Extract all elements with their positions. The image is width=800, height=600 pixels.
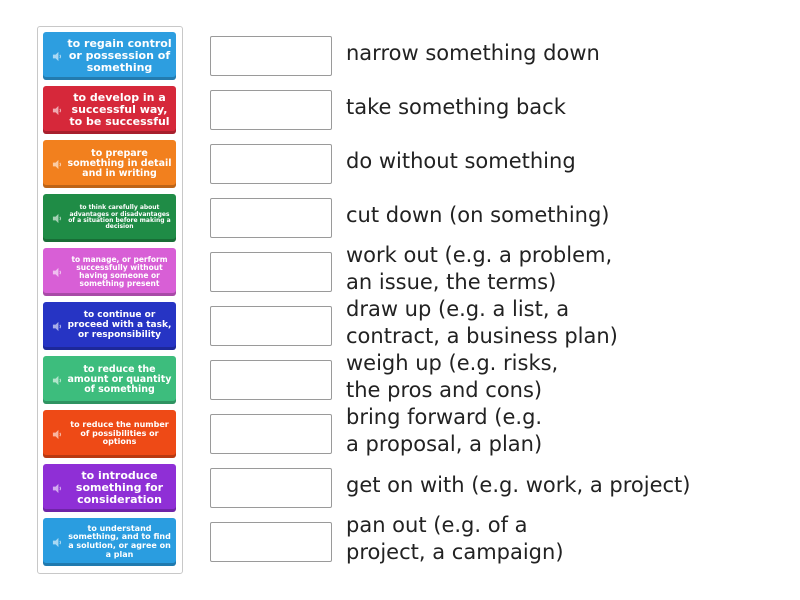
drop-slot[interactable]	[210, 90, 332, 130]
term-label: pan out (e.g. of a project, a campaign)	[346, 513, 564, 564]
speaker-icon[interactable]	[43, 159, 67, 170]
definition-card[interactable]: to manage, or perform successfully witho…	[43, 248, 176, 296]
speaker-icon[interactable]	[43, 321, 67, 332]
card-text: to understand something, and to find a s…	[68, 523, 171, 559]
card-text: to regain control or possession of somet…	[67, 37, 172, 74]
card-text: to introduce something for consideration	[75, 469, 164, 506]
drop-slot[interactable]	[210, 360, 332, 400]
drop-slot[interactable]	[210, 306, 332, 346]
definition-card[interactable]: to prepare something in detail and in wr…	[43, 140, 176, 188]
card-text: to develop in a successful way, to be su…	[69, 91, 170, 128]
definition-card[interactable]: to introduce something for consideration	[43, 464, 176, 512]
term-label: weigh up (e.g. risks, the pros and cons)	[346, 351, 559, 402]
term-label: narrow something down	[346, 41, 600, 65]
card-text: to think carefully about advantages or d…	[68, 204, 171, 231]
speaker-icon[interactable]	[43, 267, 67, 278]
drop-slot[interactable]	[210, 198, 332, 238]
speaker-icon[interactable]	[43, 429, 67, 440]
term-label: cut down (on something)	[346, 203, 610, 227]
speaker-icon[interactable]	[43, 483, 67, 494]
drop-slot[interactable]	[210, 144, 332, 184]
definition-card[interactable]: to think carefully about advantages or d…	[43, 194, 176, 242]
card-text: to prepare something in detail and in wr…	[67, 147, 172, 180]
definition-card[interactable]: to continue or proceed with a task, or r…	[43, 302, 176, 350]
card-text: to reduce the number of possibilities or…	[70, 420, 169, 447]
definition-card[interactable]: to develop in a successful way, to be su…	[43, 86, 176, 134]
drop-slot[interactable]	[210, 414, 332, 454]
term-label: get on with (e.g. work, a project)	[346, 473, 691, 497]
definition-card[interactable]: to reduce the amount or quantity of some…	[43, 356, 176, 404]
drop-slot[interactable]	[210, 252, 332, 292]
speaker-icon[interactable]	[43, 105, 67, 116]
speaker-icon[interactable]	[43, 213, 67, 224]
term-label: take something back	[346, 95, 566, 119]
speaker-icon[interactable]	[43, 537, 67, 548]
definition-card[interactable]: to understand something, and to find a s…	[43, 518, 176, 566]
definition-card[interactable]: to regain control or possession of somet…	[43, 32, 176, 80]
card-text: to manage, or perform successfully witho…	[71, 254, 168, 289]
speaker-icon[interactable]	[43, 51, 67, 62]
drop-slot[interactable]	[210, 468, 332, 508]
definition-card[interactable]: to reduce the number of possibilities or…	[43, 410, 176, 458]
term-label: draw up (e.g. a list, a contract, a busi…	[346, 297, 618, 348]
card-text: to continue or proceed with a task, or r…	[67, 310, 172, 340]
drop-slot[interactable]	[210, 522, 332, 562]
term-label: work out (e.g. a problem, an issue, the …	[346, 243, 613, 294]
drop-slot[interactable]	[210, 36, 332, 76]
term-label: do without something	[346, 149, 576, 173]
card-text: to reduce the amount or quantity of some…	[67, 363, 172, 396]
term-label: bring forward (e.g. a proposal, a plan)	[346, 405, 543, 456]
speaker-icon[interactable]	[43, 375, 67, 386]
